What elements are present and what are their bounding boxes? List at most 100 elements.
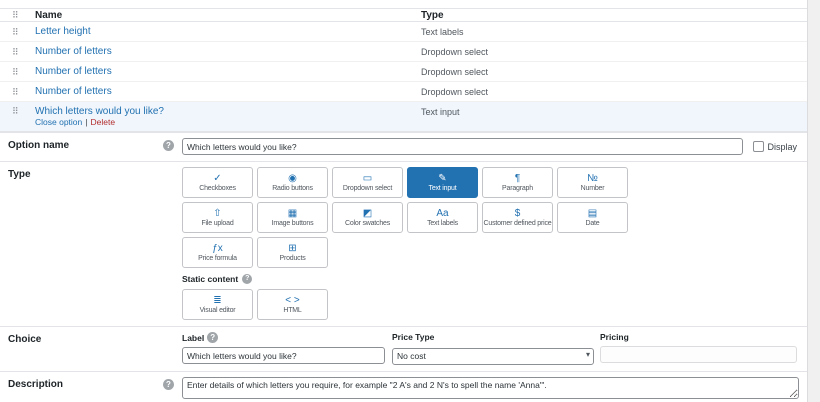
type-button-label: Date <box>585 219 600 227</box>
option-name-link[interactable]: Number of letters <box>35 86 112 97</box>
type-label-text: Type <box>8 169 31 180</box>
table-row: ⠿ Letter height Text labels <box>0 22 807 42</box>
display-checkbox[interactable] <box>753 141 765 152</box>
choice-label-header-text: Label <box>182 332 205 343</box>
type-button-label: Paragraph <box>502 184 533 192</box>
type-button-label: Price formula <box>198 254 237 262</box>
price-type-select[interactable]: No cost <box>392 347 594 365</box>
section-option-name: Option name ? Display <box>0 132 807 161</box>
type-button-label: Products <box>279 254 306 262</box>
choice-column-price-type: Price Type <box>392 332 600 342</box>
option-type: Text labels <box>421 26 464 37</box>
type-button-dropdown-select[interactable]: ▭ Dropdown select <box>332 167 403 198</box>
type-button-paragraph[interactable]: ¶ Paragraph <box>482 167 553 198</box>
choice-column-label: Label ? <box>182 332 392 343</box>
section-choice: Choice Label ? Price Type <box>0 326 807 371</box>
static-content-label-text: Static content <box>182 274 239 284</box>
calendar-icon: ▤ <box>587 207 598 219</box>
type-button-products[interactable]: ⊞ Products <box>257 237 328 268</box>
drag-handle-icon[interactable]: ⠿ <box>0 67 35 77</box>
type-button-price-formula[interactable]: ƒx Price formula <box>182 237 253 268</box>
dropdown-icon: ▭ <box>362 172 373 184</box>
option-type: Dropdown select <box>421 66 489 77</box>
type-button-label: Text input <box>428 184 457 192</box>
type-button-label: File upload <box>201 219 234 227</box>
help-icon[interactable]: ? <box>207 332 219 343</box>
option-name-link[interactable]: Letter height <box>35 26 91 37</box>
type-button-radio-buttons[interactable]: ◉ Radio buttons <box>257 167 328 198</box>
number-icon: № <box>587 172 598 184</box>
row-actions: Close option | Delete <box>35 117 421 128</box>
drag-handle-icon[interactable]: ⠿ <box>0 27 35 37</box>
display-label-text: Display <box>767 141 797 152</box>
type-button-label: Number <box>580 184 605 192</box>
table-row: ⠿ Number of letters Dropdown select <box>0 42 807 62</box>
type-button-label: Text labels <box>427 219 458 227</box>
type-button-text-labels[interactable]: Aa Text labels <box>407 202 478 233</box>
type-button-visual-editor[interactable]: ≣ Visual editor <box>182 289 253 320</box>
description-textarea[interactable]: Enter details of which letters you requi… <box>182 376 799 399</box>
table-row: ⠿ Number of letters Dropdown select <box>0 82 807 102</box>
paragraph-icon: ¶ <box>514 172 521 184</box>
type-button-label: Visual editor <box>199 306 236 314</box>
products-icon: ⊞ <box>288 242 297 254</box>
checkboxes-icon: ✓ <box>213 172 222 184</box>
type-button-label: Radio buttons <box>272 184 313 192</box>
pricing-input <box>600 346 797 363</box>
type-button-label: Dropdown select <box>342 184 393 192</box>
html-code-icon: < > <box>285 294 300 306</box>
color-swatch-icon: ◩ <box>362 207 373 219</box>
drag-handle-icon[interactable]: ⠿ <box>0 87 35 97</box>
option-type: Dropdown select <box>421 86 489 97</box>
help-icon[interactable]: ? <box>163 140 174 151</box>
option-name-link[interactable]: Which letters would you like? <box>35 106 164 117</box>
drag-handle-icon[interactable]: ⠿ <box>0 106 35 116</box>
type-button-file-upload[interactable]: ⇧ File upload <box>182 202 253 233</box>
type-button-text-input[interactable]: ✎ Text input <box>407 167 478 198</box>
type-label: Type <box>0 162 178 326</box>
formula-icon: ƒx <box>212 242 223 254</box>
type-button-color-swatches[interactable]: ◩ Color swatches <box>332 202 403 233</box>
display-checkbox-label[interactable]: Display <box>753 141 797 152</box>
text-input-icon: ✎ <box>438 172 447 184</box>
close-option-link[interactable]: Close option <box>35 117 82 127</box>
type-button-customer-defined-price[interactable]: $ Customer defined price <box>482 202 553 233</box>
drag-handle-icon[interactable]: ⠿ <box>0 47 35 57</box>
table-row-selected: ⠿ Which letters would you like? Close op… <box>0 102 807 132</box>
description-label: Description ? <box>0 372 178 402</box>
visual-editor-icon: ≣ <box>213 294 222 306</box>
section-description: Description ? Enter details of which let… <box>0 370 807 402</box>
option-name-link[interactable]: Number of letters <box>35 46 112 57</box>
option-name-input[interactable] <box>182 138 744 155</box>
help-icon[interactable]: ? <box>242 274 253 284</box>
choice-label: Choice <box>0 327 178 371</box>
option-name-label: Option name ? <box>0 133 178 161</box>
actions-separator: | <box>85 117 88 127</box>
product-options-panel: ⠿ Name Type ⠿ Letter height Text labels … <box>0 0 808 402</box>
type-button-label: HTML <box>283 306 302 314</box>
type-button-label: Color swatches <box>344 219 391 227</box>
delete-option-link[interactable]: Delete <box>90 117 115 127</box>
type-button-label: Customer defined price <box>483 219 552 227</box>
static-type-grid: ≣ Visual editor < > HTML <box>182 289 632 320</box>
description-label-text: Description <box>8 378 64 390</box>
type-button-image-buttons[interactable]: ▦ Image buttons <box>257 202 328 233</box>
option-name-link[interactable]: Number of letters <box>35 66 112 77</box>
choice-column-pricing: Pricing <box>600 332 803 342</box>
option-type: Text input <box>421 107 460 117</box>
option-type: Dropdown select <box>421 46 489 57</box>
type-button-label: Image buttons <box>271 219 314 227</box>
type-button-checkboxes[interactable]: ✓ Checkboxes <box>182 167 253 198</box>
table-row: ⠿ Number of letters Dropdown select <box>0 62 807 82</box>
type-button-html[interactable]: < > HTML <box>257 289 328 320</box>
type-button-number[interactable]: № Number <box>557 167 628 198</box>
option-name-label-text: Option name <box>8 140 70 151</box>
choice-label-text: Choice <box>8 334 42 345</box>
drag-handle-icon: ⠿ <box>12 10 19 20</box>
choice-label-input[interactable] <box>182 347 385 364</box>
radio-icon: ◉ <box>288 172 297 184</box>
static-content-label: Static content ? <box>182 274 803 284</box>
help-icon[interactable]: ? <box>163 378 174 390</box>
text-labels-icon: Aa <box>436 207 449 219</box>
type-button-date[interactable]: ▤ Date <box>557 202 628 233</box>
